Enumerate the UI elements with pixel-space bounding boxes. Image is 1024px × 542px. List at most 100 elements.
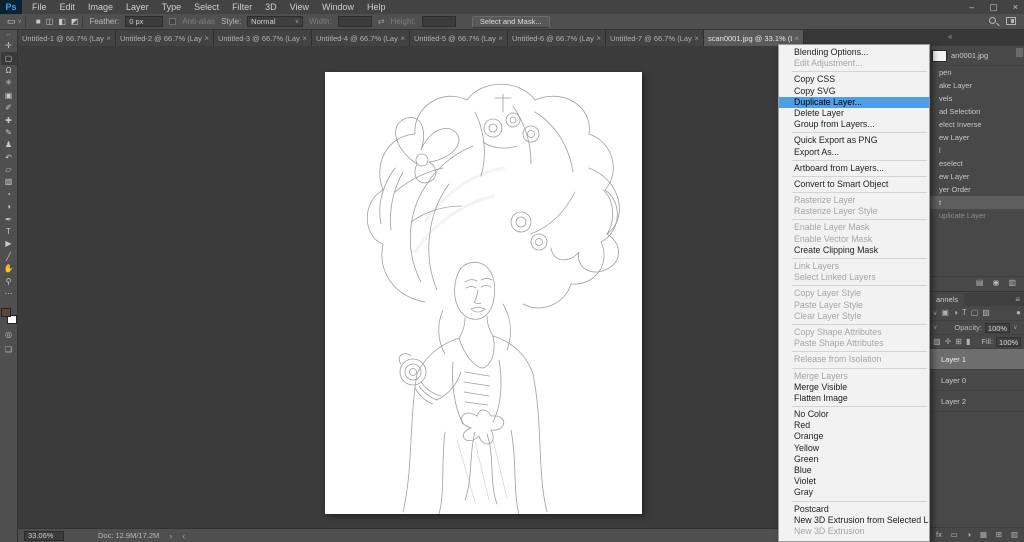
- width-input[interactable]: [337, 16, 372, 27]
- menu-item[interactable]: Group from Layers...: [779, 119, 929, 130]
- menu-item[interactable]: Merge Visible: [779, 382, 929, 393]
- workspace-switcher-icon[interactable]: [1006, 17, 1016, 25]
- menu-item[interactable]: Paste Layer Style: [779, 300, 929, 311]
- menu-item[interactable]: Convert to Smart Object: [779, 179, 929, 190]
- Layer 0[interactable]: Layer 0: [930, 370, 1024, 391]
- menu-item[interactable]: Copy Shape Attributes: [779, 327, 929, 338]
- menu-item[interactable]: Orange: [779, 431, 929, 442]
- healing-brush-tool[interactable]: ✚: [1, 114, 17, 126]
- menu-item[interactable]: Blending Options...: [779, 47, 929, 58]
- menu-item[interactable]: Copy CSS: [779, 74, 929, 85]
- collapse-panels-icon[interactable]: «: [948, 32, 966, 41]
- history-state[interactable]: ad Selection: [930, 105, 1024, 118]
- menu-item[interactable]: Yellow: [779, 443, 929, 454]
- document-tab[interactable]: Untitled-6 @ 66.7% (Layer ... ×: [508, 30, 606, 46]
- Layer 2[interactable]: Layer 2: [930, 391, 1024, 412]
- eyedropper-tool[interactable]: ✐: [1, 102, 17, 114]
- quick-mask-icon[interactable]: ◎: [5, 330, 12, 339]
- edit-toolbar-icon[interactable]: ⋯: [1, 288, 17, 300]
- blur-tool[interactable]: ◔: [1, 189, 17, 201]
- menu-item[interactable]: Violet: [779, 476, 929, 487]
- panel-menu-icon[interactable]: ≡: [1015, 295, 1020, 304]
- path-selection-tool[interactable]: ▶: [1, 238, 17, 250]
- menu-item[interactable]: Copy Layer Style: [779, 288, 929, 299]
- type-tool[interactable]: T: [1, 226, 17, 238]
- fx-icon[interactable]: fx: [936, 531, 942, 539]
- zoom-level-field[interactable]: 33.06%: [24, 530, 64, 541]
- menu-item[interactable]: Select Linked Layers: [779, 272, 929, 283]
- history-state[interactable]: t: [930, 196, 1024, 209]
- close-icon[interactable]: ×: [1013, 2, 1018, 12]
- close-icon[interactable]: ×: [302, 34, 307, 43]
- new-selection-icon[interactable]: ■: [36, 17, 41, 26]
- search-icon[interactable]: [989, 17, 996, 24]
- screen-mode-icon[interactable]: ❏: [5, 345, 12, 354]
- style-select[interactable]: Normal ∨: [247, 16, 304, 27]
- close-icon[interactable]: ×: [694, 34, 699, 43]
- menu-file[interactable]: File: [32, 2, 47, 12]
- history-state[interactable]: ew Layer: [930, 170, 1024, 183]
- menu-item[interactable]: Quick Export as PNG: [779, 135, 929, 146]
- marquee-tool[interactable]: ▢: [0, 52, 17, 65]
- filter-pin-icon[interactable]: ●: [1016, 309, 1021, 317]
- group-layers-icon[interactable]: ▦: [980, 531, 987, 539]
- restore-icon[interactable]: ▢: [989, 2, 998, 13]
- lock-all-icon[interactable]: ▮: [966, 337, 970, 346]
- delete-layer-icon[interactable]: ▥: [1011, 531, 1018, 539]
- menu-item[interactable]: Gray: [779, 487, 929, 498]
- menu-item[interactable]: Enable Vector Mask: [779, 234, 929, 245]
- menu-item[interactable]: Copy SVG: [779, 86, 929, 97]
- menu-item[interactable]: New 3D Extrusion from Selected Layer: [779, 515, 929, 526]
- filter-pixel-icon[interactable]: ▣: [941, 309, 949, 317]
- menu-3d[interactable]: 3D: [265, 2, 277, 12]
- document-tab[interactable]: Untitled-4 @ 66.7% (Layer ... ×: [312, 30, 410, 46]
- menu-type[interactable]: Type: [162, 2, 182, 12]
- clone-stamp-tool[interactable]: ♟: [1, 139, 17, 151]
- history-snapshot-row[interactable]: an0001.jpg: [930, 46, 1024, 66]
- dodge-tool[interactable]: ◑: [1, 201, 17, 213]
- document-tab[interactable]: Untitled-2 @ 66.7% (Layer ... ×: [116, 30, 214, 46]
- menu-item[interactable]: Release from Isolation: [779, 354, 929, 365]
- menu-item[interactable]: Enable Layer Mask: [779, 222, 929, 233]
- gradient-tool[interactable]: ▨: [1, 176, 17, 188]
- shape-tool[interactable]: ╱: [1, 251, 17, 263]
- menu-item[interactable]: Artboard from Layers...: [779, 163, 929, 174]
- height-input[interactable]: [421, 16, 456, 27]
- foreground-color-swatch[interactable]: [0, 308, 11, 318]
- delete-state-icon[interactable]: ▥: [1008, 279, 1016, 287]
- Layer 1[interactable]: Layer 1: [930, 349, 1024, 370]
- filter-adjustment-icon[interactable]: ◑: [953, 309, 958, 317]
- menu-item[interactable]: New 3D Extrusion: [779, 526, 929, 537]
- zoom-tool[interactable]: ⚲: [1, 275, 17, 287]
- intersect-selection-icon[interactable]: ◩: [71, 17, 79, 26]
- chevron-down-icon[interactable]: ∨: [1013, 324, 1017, 331]
- close-icon[interactable]: ×: [596, 34, 601, 43]
- status-arrow-right-icon[interactable]: ›: [169, 531, 172, 541]
- hand-tool[interactable]: ✋: [1, 263, 17, 275]
- history-state[interactable]: uplicate Layer: [930, 209, 1024, 222]
- blend-mode-chevron-icon[interactable]: ∨: [933, 324, 937, 331]
- menu-item[interactable]: Link Layers: [779, 261, 929, 272]
- feather-input[interactable]: 0 px: [125, 16, 164, 27]
- opacity-value[interactable]: 100%: [984, 322, 1011, 333]
- menu-item[interactable]: Rasterize Layer: [779, 195, 929, 206]
- menu-edit[interactable]: Edit: [60, 2, 76, 12]
- history-state[interactable]: l: [930, 144, 1024, 157]
- history-scrollbar[interactable]: [1016, 48, 1023, 57]
- document-tab[interactable]: Untitled-1 @ 66.7% (Layer ... ×: [18, 30, 116, 46]
- crop-tool[interactable]: ▣: [1, 90, 17, 102]
- menu-item[interactable]: Edit Adjustment...: [779, 58, 929, 69]
- tool-preset-picker[interactable]: ▭ ∨: [4, 15, 26, 28]
- move-tool[interactable]: ✛: [1, 40, 17, 52]
- document-tab[interactable]: Untitled-7 @ 66.7% (Layer ... ×: [606, 30, 704, 46]
- menu-item[interactable]: Blue: [779, 465, 929, 476]
- close-icon[interactable]: ×: [498, 34, 503, 43]
- document-canvas[interactable]: [325, 72, 642, 514]
- menu-filter[interactable]: Filter: [232, 2, 252, 12]
- lock-transparency-icon[interactable]: ▨: [933, 337, 941, 346]
- history-state[interactable]: ake Layer: [930, 79, 1024, 92]
- lock-paint-icon[interactable]: ✛: [945, 337, 952, 346]
- adjustment-layer-icon[interactable]: ◑: [967, 531, 972, 539]
- add-to-selection-icon[interactable]: ◫: [46, 17, 54, 26]
- menu-item[interactable]: Export As...: [779, 147, 929, 158]
